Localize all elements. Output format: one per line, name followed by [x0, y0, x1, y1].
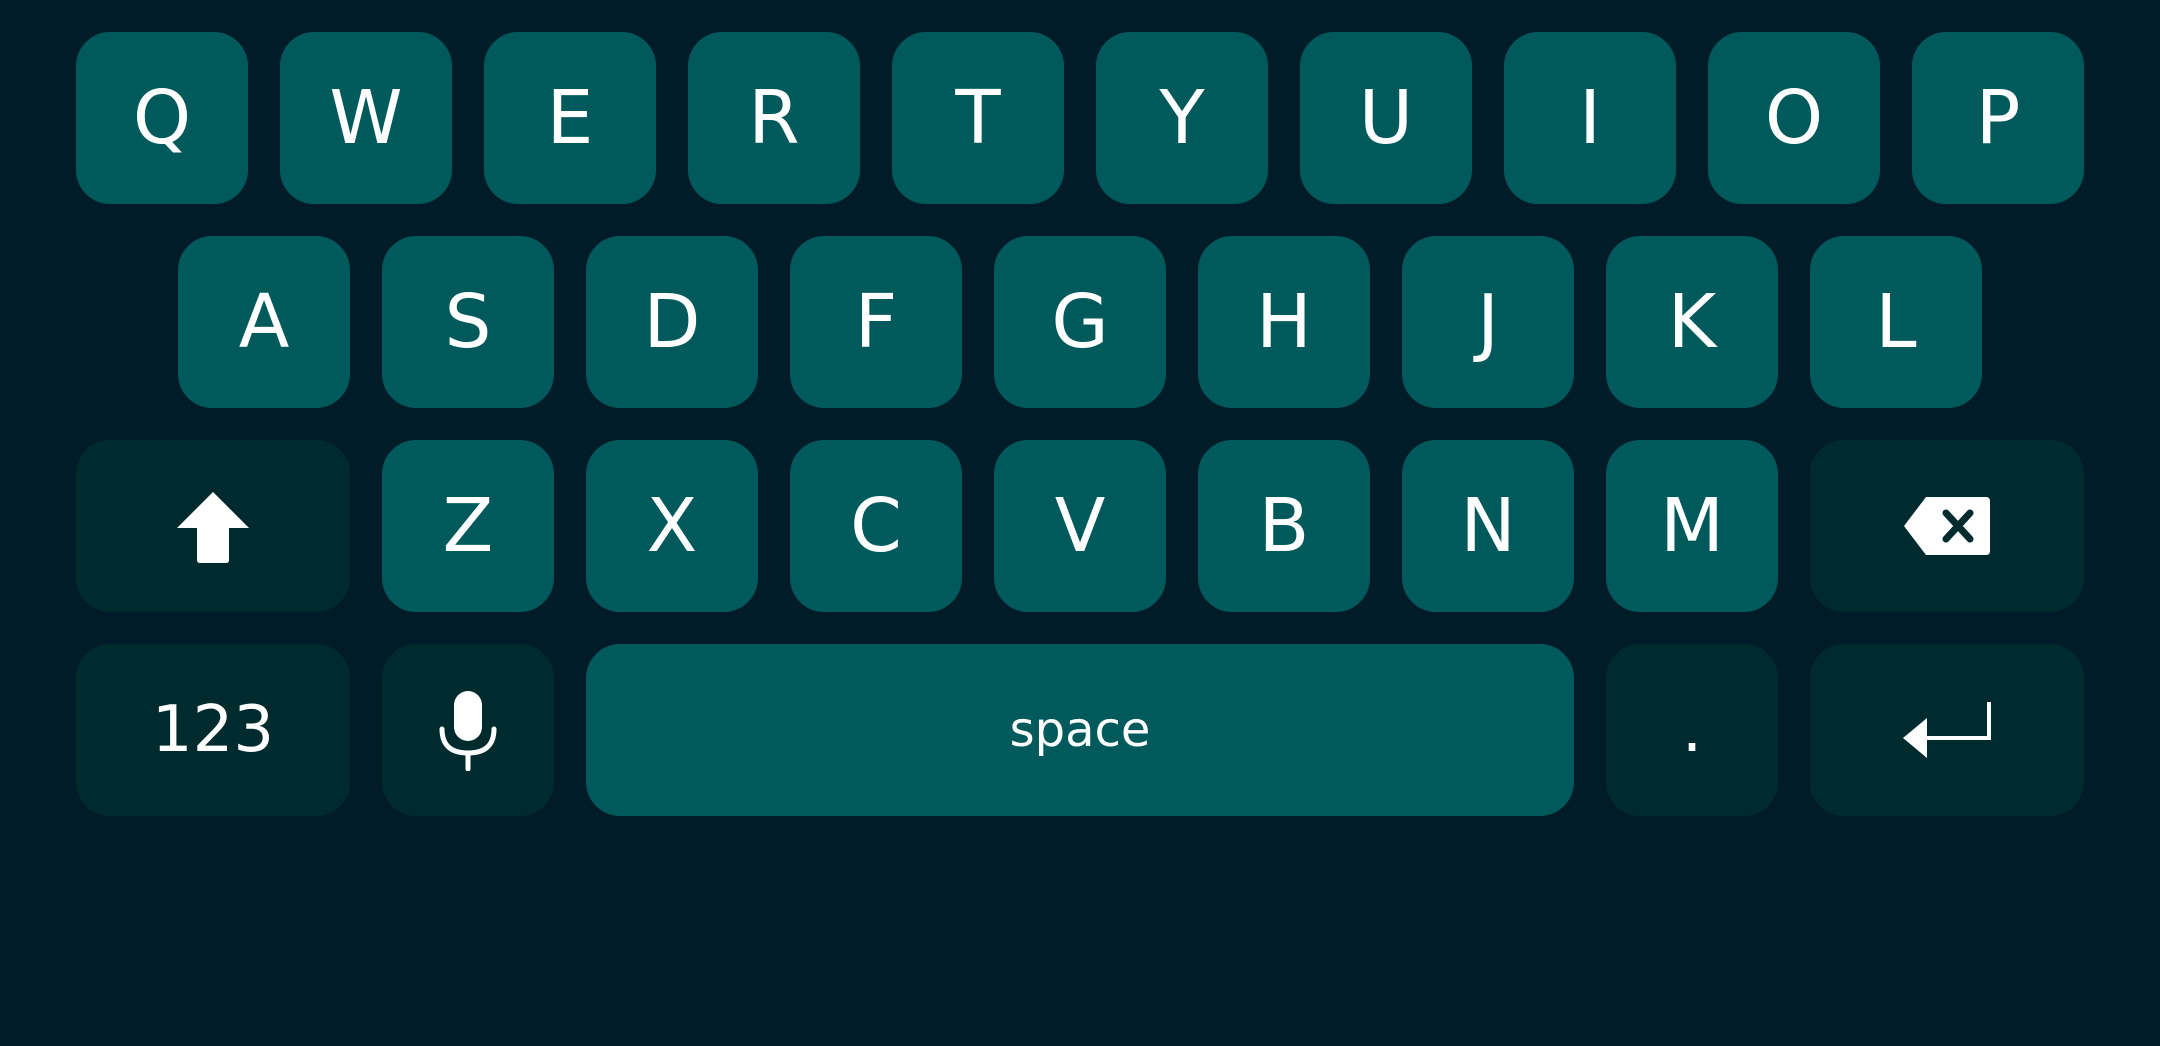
key-label: A: [238, 279, 290, 365]
key-c[interactable]: C: [790, 440, 962, 612]
key-label: J: [1477, 279, 1499, 365]
key-a[interactable]: A: [178, 236, 350, 408]
key-r[interactable]: R: [688, 32, 860, 204]
key-label: H: [1256, 279, 1312, 365]
key-label: Z: [442, 483, 494, 569]
key-label: U: [1358, 75, 1414, 161]
key-label: G: [1051, 279, 1109, 365]
key-label: W: [329, 75, 403, 161]
key-label: S: [444, 279, 492, 365]
backspace-key[interactable]: [1810, 440, 2084, 612]
period-key[interactable]: .: [1606, 644, 1778, 816]
key-z[interactable]: Z: [382, 440, 554, 612]
key-i[interactable]: I: [1504, 32, 1676, 204]
key-l[interactable]: L: [1810, 236, 1982, 408]
key-label: C: [850, 483, 902, 569]
key-label: I: [1579, 75, 1601, 161]
space-key[interactable]: space: [586, 644, 1574, 816]
on-screen-keyboard: Q W E R T Y U I O P A S D F G H J K L Z …: [0, 0, 2160, 1046]
key-label: T: [955, 75, 1001, 161]
key-label: B: [1258, 483, 1310, 569]
key-b[interactable]: B: [1198, 440, 1370, 612]
key-label: M: [1660, 483, 1724, 569]
key-h[interactable]: H: [1198, 236, 1370, 408]
key-d[interactable]: D: [586, 236, 758, 408]
key-u[interactable]: U: [1300, 32, 1472, 204]
key-label: N: [1460, 483, 1516, 569]
microphone-icon: [438, 689, 498, 771]
key-s[interactable]: S: [382, 236, 554, 408]
key-label: D: [643, 279, 701, 365]
key-label: P: [1975, 75, 2021, 161]
key-label: K: [1667, 279, 1717, 365]
key-e[interactable]: E: [484, 32, 656, 204]
key-label: O: [1764, 75, 1824, 161]
key-label: L: [1875, 279, 1917, 365]
microphone-key[interactable]: [382, 644, 554, 816]
key-n[interactable]: N: [1402, 440, 1574, 612]
key-label: X: [646, 483, 698, 569]
shift-key[interactable]: [76, 440, 350, 612]
key-y[interactable]: Y: [1096, 32, 1268, 204]
key-label: Y: [1159, 75, 1205, 161]
key-g[interactable]: G: [994, 236, 1166, 408]
key-w[interactable]: W: [280, 32, 452, 204]
key-m[interactable]: M: [1606, 440, 1778, 612]
space-label: space: [1009, 702, 1151, 758]
enter-return-icon: [1901, 700, 1993, 760]
key-label: E: [546, 75, 594, 161]
shift-arrow-icon: [175, 488, 251, 564]
numbers-label: 123: [151, 693, 275, 767]
key-f[interactable]: F: [790, 236, 962, 408]
key-label: F: [854, 279, 898, 365]
key-k[interactable]: K: [1606, 236, 1778, 408]
enter-key[interactable]: [1810, 644, 2084, 816]
key-label: Q: [132, 75, 192, 161]
key-q[interactable]: Q: [76, 32, 248, 204]
numbers-key[interactable]: 123: [76, 644, 350, 816]
key-o[interactable]: O: [1708, 32, 1880, 204]
key-label: R: [748, 75, 800, 161]
period-label: .: [1681, 693, 1703, 767]
key-label: V: [1054, 483, 1106, 569]
key-t[interactable]: T: [892, 32, 1064, 204]
backspace-icon: [1902, 495, 1992, 557]
key-p[interactable]: P: [1912, 32, 2084, 204]
key-j[interactable]: J: [1402, 236, 1574, 408]
key-v[interactable]: V: [994, 440, 1166, 612]
key-x[interactable]: X: [586, 440, 758, 612]
